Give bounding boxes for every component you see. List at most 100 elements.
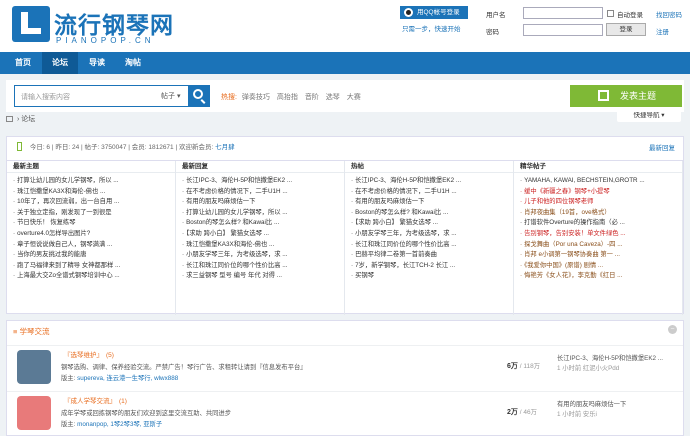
thread-link[interactable]: overture4.0怎样导出图片? [13, 229, 171, 240]
flag-icon [17, 142, 22, 151]
thread-link[interactable]: 缓中《新疆之春》钢琴+小提琴 [520, 187, 678, 198]
hot-term[interactable]: 大赛 [347, 94, 361, 101]
stats-line: 今日: 6 | 昨日: 24 | 帖子: 3750047 | 会员: 18126… [17, 141, 235, 151]
thread-link[interactable]: 有用的朋友吗麻烦估一下 [182, 197, 340, 208]
login-button[interactable]: 登录 [606, 23, 646, 36]
forum-icon[interactable] [17, 396, 51, 430]
latest-reply-link[interactable]: 最新回复 [649, 142, 675, 152]
thread-link[interactable]: 珠江恺撒堡KA3X和海伦-佛也 ... [182, 240, 340, 251]
thread-link[interactable]: 悔艳芳《女人花》，李克勤《红日 ... [520, 271, 678, 282]
new-thread-label: 发表主题 [620, 91, 657, 101]
forum-section: ≡ 学琴交流 – 『选琴维护』 (5) 钢琴选购、调律、保养经验交流。严禁广告！琴行… [6, 320, 684, 436]
thread-link[interactable]: 探戈舞曲（Por una Caveza）-四 ... [520, 240, 678, 251]
search-button[interactable] [188, 85, 210, 107]
thread-link[interactable]: YAMAHA, KAWAI, BECHSTEIN,GROTR ... [520, 176, 678, 187]
forum-moderators: 版主: supereva, 连云港一生琴行, wlwx888 [61, 375, 179, 382]
thread-link[interactable]: 打谱软件Overture的操作指南（必 ... [520, 218, 678, 229]
auto-login-checkbox[interactable] [607, 10, 614, 17]
forum-moderators: 版主: monanpop, 1琴2琴3琴, 亚斯子 [61, 421, 163, 428]
hot-term[interactable]: 选琴 [326, 94, 340, 101]
thread-link[interactable]: 长江和珠江同价位的哪个性价比高 ... [182, 261, 340, 272]
thread-link[interactable]: Boston的琴怎么样? 和Kawai比 ... [182, 218, 340, 229]
site-logo[interactable]: 流行钢琴网 PIANOPOP.CN [12, 6, 180, 46]
thread-link[interactable]: 【求助 跨小白】 繁猫女选琴 ... [182, 229, 340, 240]
collapse-icon[interactable]: – [668, 325, 677, 334]
register-link[interactable]: 注册 [656, 26, 669, 36]
password-input[interactable] [523, 24, 603, 36]
thread-link[interactable]: 长江和珠江同价位的哪个性价比高 ... [351, 240, 509, 251]
new-thread-button[interactable]: 发表主题 [570, 85, 682, 107]
forum-stats-panel: 今日: 6 | 昨日: 24 | 帖子: 3750047 | 会员: 18126… [6, 136, 684, 315]
forum-icon[interactable] [17, 350, 51, 384]
password-label: 密码 [486, 29, 499, 36]
new-member-link[interactable]: 七月肆 [215, 144, 235, 151]
search-icon-handle [200, 99, 206, 104]
forum-counts: 6万 / 118万 [507, 363, 541, 370]
hot-term[interactable]: 弹奏技巧 [242, 94, 270, 101]
thread-link[interactable]: 在不考虑价格的情况下，二手U1H ... [182, 187, 340, 198]
qq-login-button[interactable]: 用QQ帐号登录 [400, 6, 468, 19]
nav-home[interactable]: 首页 [6, 52, 40, 74]
thread-link[interactable]: 节日快乐！ 恢复练琴 [13, 218, 171, 229]
username-input[interactable] [523, 7, 603, 19]
thread-link[interactable]: 告别钢琴，告别安装！单文件绿色 ... [520, 229, 678, 240]
thread-link[interactable]: 上海最大交Zo全谱式钢琴培训中心 ... [13, 271, 171, 282]
thread-link[interactable]: 肖邦 e小调第一钢琴协奏曲 第一 ... [520, 250, 678, 261]
thread-link[interactable]: 有用的朋友吗麻烦估一下 [351, 197, 509, 208]
thread-link[interactable]: 7岁，新学钢琴，长江TCH-2 长江 ... [351, 261, 509, 272]
forum-description: 钢琴选购、调律、保养经验交流。严禁广告！琴行广告、求租转让请到『信息发布平台』 [61, 364, 307, 371]
thread-link[interactable]: 买钢琴 [351, 271, 509, 282]
hot-search: 热搜: 弹奏技巧 高抬指 音阶 选琴 大赛 [221, 92, 366, 102]
forum-name[interactable]: 『成人学琴交流』 (1) [61, 395, 127, 405]
forum-name[interactable]: 『选琴维护』 (5) [61, 349, 114, 359]
thread-link[interactable]: 章子恒说说做自己人，钢琴满满 ... [13, 240, 171, 251]
breadcrumb: › 论坛 [6, 114, 35, 124]
thread-columns: 最新主题打算让幼儿园的女儿学钢琴，所以 ...珠江恺撒堡KA3X和海伦-佛也 .… [7, 160, 683, 315]
search-type-label: 帖子 [161, 93, 175, 100]
thread-link[interactable]: 长江IPC-3、海伦H-5P和恺撒堡EK2 ... [182, 176, 340, 187]
forum-counts: 2万 / 46万 [507, 409, 538, 416]
thread-link[interactable]: 巴赫平均律二卷第一首前奏曲 [351, 250, 509, 261]
nav-forum[interactable]: 论坛 [42, 52, 78, 74]
thread-column: 精华帖子 YAMAHA, KAWAI, BECHSTEIN,GROTR ...缓中… [514, 161, 683, 315]
qq-login-label: 用QQ帐号登录 [417, 9, 460, 16]
thread-link[interactable]: 跑了马福律来到了精导 女神都那样 ... [13, 261, 171, 272]
thread-link[interactable]: 小朋友学琴三年，为考级选琴，求 ... [351, 229, 509, 240]
thread-link[interactable]: 长江IPC-3、海伦H-5P和恺撒堡EK2 ... [351, 176, 509, 187]
forum-last-post[interactable]: 有用的朋友吗麻烦估一下 1 小时前 安乐i [557, 400, 626, 420]
section-title[interactable]: ≡ 学琴交流 [13, 326, 49, 337]
thread-link[interactable]: 小朋友学琴三年，为考级选琴，求 ... [182, 250, 340, 261]
qq-icon [404, 8, 413, 17]
thread-column: 最新主题打算让幼儿园的女儿学钢琴，所以 ...珠江恺撒堡KA3X和海伦-佛也 .… [7, 161, 176, 315]
nav-collection[interactable]: 淘帖 [116, 52, 150, 74]
home-icon[interactable] [6, 116, 13, 122]
auto-login-label: 自动登录 [617, 12, 643, 19]
thread-link[interactable]: Boston的琴怎么样? 和Kawai比 ... [351, 208, 509, 219]
find-password-link[interactable]: 找回密码 [656, 9, 682, 19]
thread-link[interactable]: 打算让幼儿园的女儿学钢琴，所以 ... [13, 176, 171, 187]
thread-link[interactable]: 打算让幼儿园的女儿学钢琴，所以 ... [182, 208, 340, 219]
nav-guide[interactable]: 导读 [80, 52, 114, 74]
thread-link[interactable]: 【求助 跨小白】 繁猫女选琴 ... [351, 218, 509, 229]
thread-link[interactable]: 当你的男友挑过我的能唐 [13, 250, 171, 261]
thread-link[interactable]: 10年了，再次回流弱，出一台自用 ... [13, 197, 171, 208]
thread-link[interactable]: 在不考虑价格的情况下，二手U1H ... [351, 187, 509, 198]
thread-link[interactable]: 求三益钢琴 型号 编号 年代 对得 ... [182, 271, 340, 282]
hot-term[interactable]: 音阶 [305, 94, 319, 101]
forum-last-post[interactable]: 长江IPC-3、海伦H-5P和恺撒堡EK2 ... 1 小时前 红泥小火Pdd [557, 354, 663, 374]
search-type-select[interactable]: 帖子 ▾ [161, 91, 180, 101]
thread-link[interactable]: 肖邦夜曲集（19首，ove格式） [520, 208, 678, 219]
column-title: 热帖 [345, 161, 513, 173]
search-icon [193, 89, 203, 99]
thread-column: 最新回复长江IPC-3、海伦H-5P和恺撒堡EK2 ...在不考虑价格的情况下，… [176, 161, 345, 315]
qq-tip: 只需一步，快速开始 [402, 26, 461, 33]
hot-term[interactable]: 高抬指 [277, 94, 298, 101]
thread-link[interactable]: 关于独立定指，刚发现了一到很是 [13, 208, 171, 219]
thread-link[interactable]: 儿子和他的四位钢琴老师 [520, 197, 678, 208]
thread-link[interactable]: 珠江恺撒堡KA3X和海伦-佛也 ... [13, 187, 171, 198]
column-title: 精华帖子 [514, 161, 682, 173]
forum-description: 成年学琴或回拣钢琴的朋友们欢迎到这里交流互助、共同进步 [61, 410, 232, 417]
site-sub: PIANOPOP.CN [56, 36, 155, 45]
thread-link[interactable]: 《我爱你中国》(原谱) 剧情 ... [520, 261, 678, 272]
breadcrumb-forum[interactable]: 论坛 [21, 116, 35, 123]
